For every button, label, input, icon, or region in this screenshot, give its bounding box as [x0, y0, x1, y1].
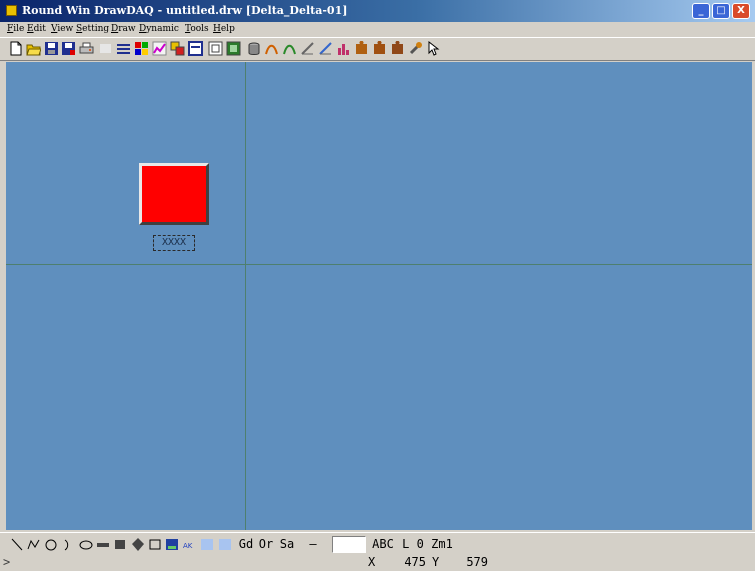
menu-draw[interactable]: Draw: [111, 24, 136, 34]
circle-tool-icon[interactable]: [44, 537, 58, 552]
line-style-selector[interactable]: —: [298, 536, 328, 553]
text-tool-icon[interactable]: AK: [182, 537, 196, 552]
y-coordinate-label: Y: [432, 555, 440, 569]
layer-indicator[interactable]: L 0: [400, 536, 426, 553]
new-file-icon[interactable]: [8, 41, 23, 56]
curve-alt-icon[interactable]: [282, 41, 297, 56]
drawing-canvas[interactable]: XXXX: [6, 62, 752, 530]
color-palette-icon[interactable]: [134, 41, 149, 56]
text-style-button[interactable]: ABC: [368, 536, 398, 553]
database-icon[interactable]: [188, 41, 203, 56]
box-tool-icon[interactable]: [148, 537, 162, 552]
title-bar[interactable]: Round Win DrawDAQ - untitled.drw [Delta_…: [0, 0, 755, 22]
menu-dynamic[interactable]: Dynamic: [139, 24, 179, 34]
line-tool-icon[interactable]: [10, 537, 24, 552]
sa-button[interactable]: Sa: [277, 536, 297, 553]
horizontal-guide-line: [6, 264, 752, 265]
polyline-tool-icon[interactable]: [27, 537, 41, 552]
arc-tool-icon[interactable]: [62, 537, 76, 552]
x-coordinate-label: X: [368, 555, 376, 569]
zoom-indicator[interactable]: Zm1: [428, 536, 456, 553]
x-coordinate-value: 475: [404, 555, 426, 569]
curve-icon[interactable]: [264, 41, 279, 56]
bitmap-tool-icon[interactable]: [165, 537, 179, 552]
menu-view[interactable]: View: [51, 24, 73, 34]
save-icon[interactable]: [44, 41, 59, 56]
trend-icon[interactable]: [300, 41, 315, 56]
menu-file[interactable]: File: [7, 24, 24, 34]
puzzle-alt-icon[interactable]: [372, 41, 387, 56]
blank-tool-icon[interactable]: [98, 41, 113, 56]
app-icon[interactable]: [6, 5, 17, 16]
gd-button[interactable]: Gd: [236, 536, 256, 553]
pointer-icon[interactable]: [426, 41, 441, 56]
open-folder-icon[interactable]: [26, 41, 41, 56]
status-bar: > X 475 Y 579: [0, 555, 755, 571]
tag-label[interactable]: XXXX: [153, 235, 195, 251]
main-toolbar: [0, 37, 755, 61]
draw-toolbar: AK Gd Or Sa — ABC L 0 Zm1: [0, 532, 755, 555]
color-swatch[interactable]: [332, 536, 366, 553]
chart-icon[interactable]: [336, 41, 351, 56]
svg-text:AK: AK: [183, 542, 193, 550]
or-button[interactable]: Or: [256, 536, 276, 553]
ellipse-tool-icon[interactable]: [79, 537, 93, 552]
list-icon[interactable]: [116, 41, 131, 56]
close-button[interactable]: X: [732, 3, 750, 19]
vertical-guide-line: [245, 62, 246, 530]
maximize-button[interactable]: □: [712, 3, 730, 19]
rectangle-tool-icon[interactable]: [113, 537, 127, 552]
graph-icon[interactable]: [152, 41, 167, 56]
window-title: Round Win DrawDAQ - untitled.drw [Delta_…: [22, 4, 348, 17]
align-tool-icon[interactable]: [200, 537, 214, 552]
grid-tool-icon[interactable]: [218, 537, 232, 552]
cylinder-icon[interactable]: [246, 41, 261, 56]
red-block-object[interactable]: [139, 163, 209, 225]
puzzle-icon[interactable]: [354, 41, 369, 56]
polygon-tool-icon[interactable]: [131, 537, 145, 552]
menu-edit[interactable]: Edit: [27, 24, 46, 34]
panel-icon[interactable]: [226, 41, 241, 56]
puzzle-group-icon[interactable]: [390, 41, 405, 56]
frame-icon[interactable]: [208, 41, 223, 56]
minimize-button[interactable]: _: [692, 3, 710, 19]
command-prompt[interactable]: >: [3, 555, 10, 570]
trend-alt-icon[interactable]: [318, 41, 333, 56]
tools-icon[interactable]: [408, 41, 423, 56]
menu-help[interactable]: Help: [213, 24, 235, 34]
save-as-icon[interactable]: [61, 41, 76, 56]
fill-tool-icon[interactable]: [96, 537, 110, 552]
menu-setting[interactable]: Setting: [76, 24, 109, 34]
print-icon[interactable]: [79, 41, 94, 56]
menu-tools[interactable]: Tools: [185, 24, 209, 34]
menu-bar: File Edit View Setting Draw Dynamic Tool…: [0, 22, 755, 37]
y-coordinate-value: 579: [466, 555, 488, 569]
layers-icon[interactable]: [170, 41, 185, 56]
